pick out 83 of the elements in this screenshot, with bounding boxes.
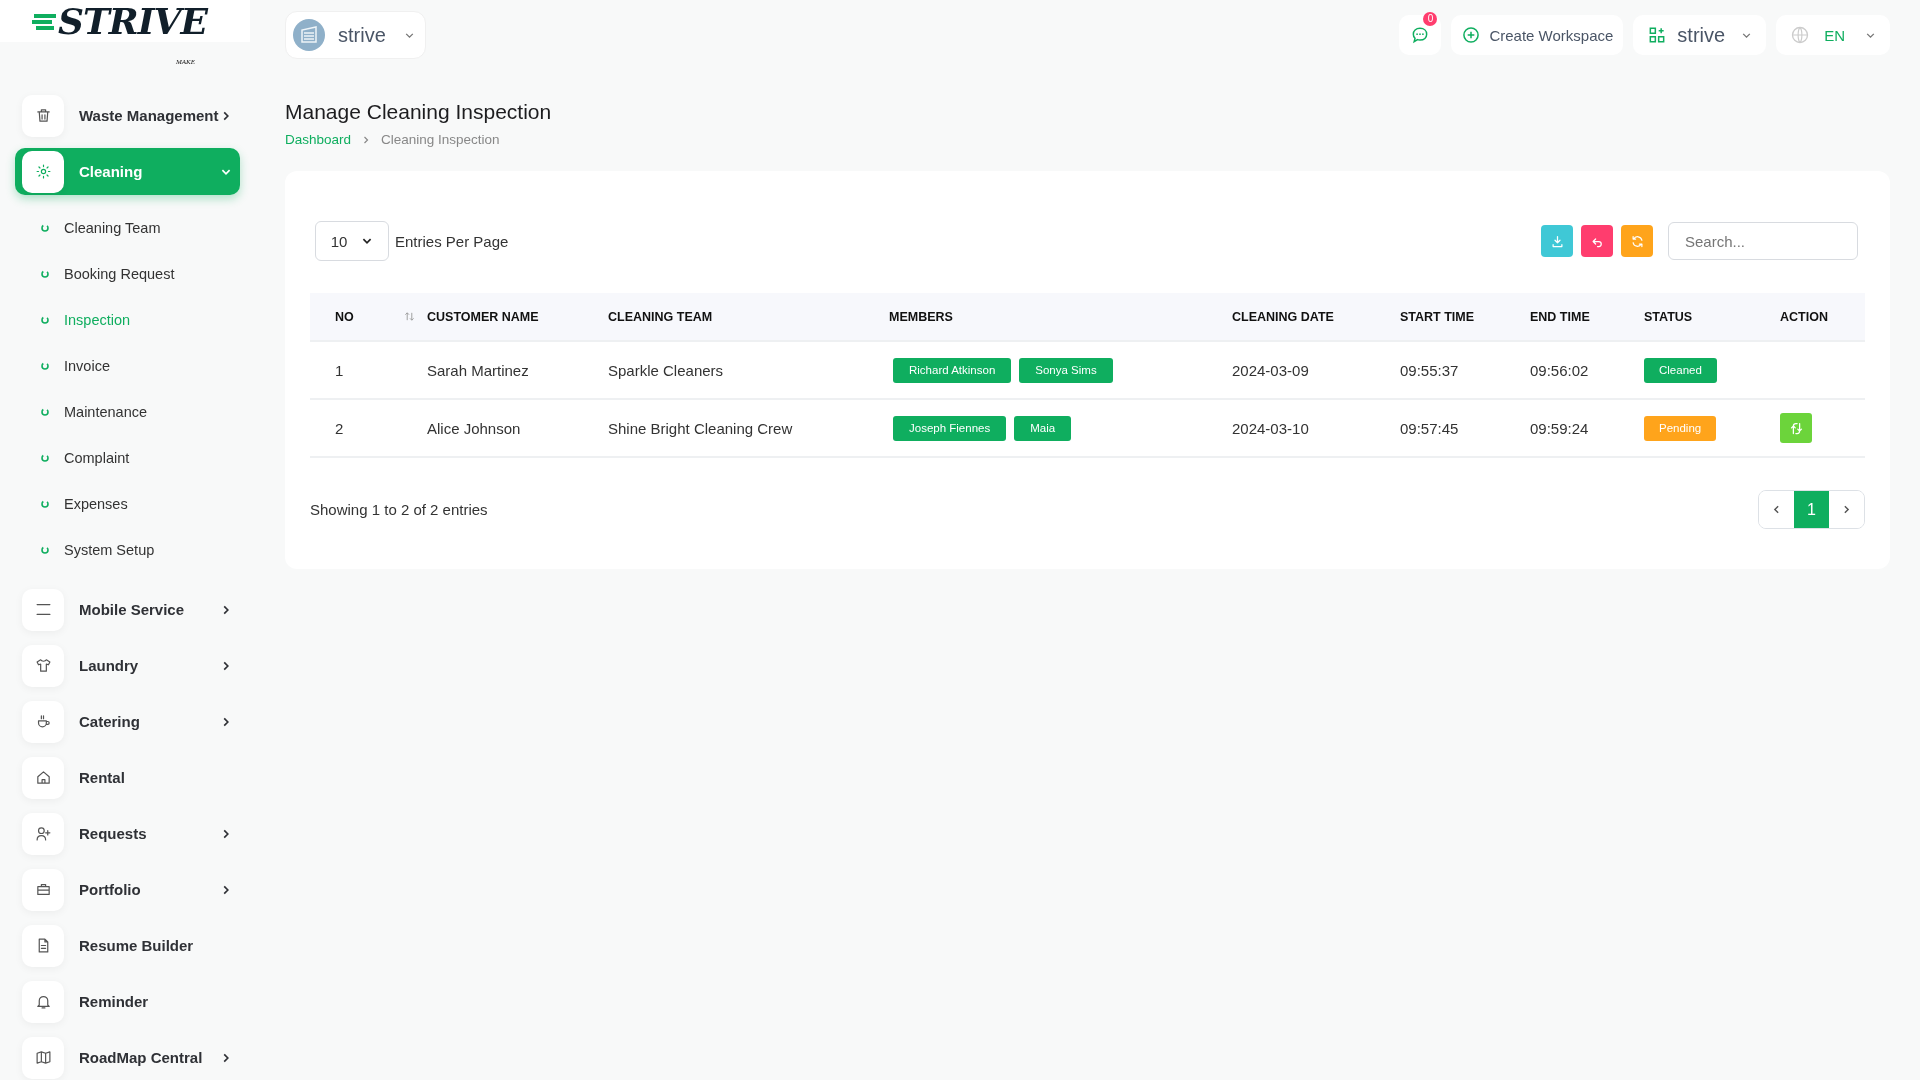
sidebar-item[interactable]: Laundry [15, 642, 240, 689]
member-tag: Richard Atkinson [893, 357, 1012, 383]
entries-label: Entries Per Page [395, 232, 509, 250]
table-cell: 09:59:24 [1530, 419, 1589, 437]
column-header: STATUS [1644, 309, 1693, 324]
workspace-menu[interactable]: strive [1633, 15, 1767, 55]
sidebar-item[interactable]: Catering [15, 698, 240, 745]
refresh-icon [1629, 233, 1645, 249]
column-header: CLEANING TEAM [608, 309, 713, 324]
menu-icon [34, 601, 52, 618]
sidebar-item[interactable]: Rental [15, 754, 240, 801]
table-cell: 2 [335, 419, 344, 437]
member-tag: Sonya Sims [1019, 357, 1113, 383]
logo-wordmark: STRIVE [58, 0, 207, 42]
column-header: CLEANING DATE [1232, 309, 1334, 324]
entries-select[interactable]: 10 [315, 221, 389, 261]
shirt-icon [34, 657, 52, 674]
table-cell: Shine Bright Cleaning Crew [608, 419, 793, 437]
notification-badge: 0 [1423, 12, 1438, 26]
table-cell: Sparkle Cleaners [608, 361, 724, 379]
submenu-item[interactable]: Maintenance [40, 389, 240, 435]
dot-icon [40, 453, 50, 463]
column-header: ACTION [1780, 309, 1828, 324]
globe-icon [1790, 25, 1811, 45]
dot-icon [40, 545, 50, 555]
page-title: Manage Cleaning Inspection [285, 100, 553, 124]
submenu-item[interactable]: System Setup [40, 527, 240, 573]
table-cell: Alice Johnson [427, 419, 521, 437]
table-cell: Sarah Martinez [427, 361, 529, 379]
column-header: MEMBERS [889, 309, 953, 324]
table-cell: 1 [335, 361, 344, 379]
column-header: END TIME [1530, 309, 1590, 324]
undo-button[interactable] [1581, 225, 1613, 257]
briefcase-icon [34, 881, 52, 898]
submenu-item[interactable]: Cleaning Team [40, 205, 240, 251]
member-tag: Joseph Fiennes [893, 415, 1007, 441]
table-cell: 09:56:02 [1530, 361, 1589, 379]
status-tag: Pending [1644, 415, 1717, 441]
dot-icon [40, 407, 50, 417]
table-cell: 2024-03-10 [1232, 419, 1309, 437]
dot-icon [40, 361, 50, 371]
map-icon [34, 1049, 52, 1066]
home-icon [34, 769, 52, 786]
submenu-item[interactable]: Expenses [40, 481, 240, 527]
create-workspace-button[interactable]: Create Workspace [1451, 15, 1624, 55]
sidebar-item[interactable]: Waste Management [15, 92, 240, 139]
column-header: START TIME [1400, 309, 1475, 324]
table-cell: 09:55:37 [1400, 361, 1459, 379]
user-plus-icon [34, 825, 52, 842]
plus-circle-icon [1461, 25, 1482, 45]
submenu-item[interactable]: Invoice [40, 343, 240, 389]
dot-icon [40, 315, 50, 325]
submenu-item[interactable]: Booking Request [40, 251, 240, 297]
sidebar-item[interactable]: RoadMap Central [15, 1034, 240, 1080]
table-cell: 2024-03-09 [1232, 361, 1309, 379]
building-icon [292, 18, 326, 52]
sync-button[interactable] [1780, 413, 1812, 443]
table-cell: 09:57:45 [1400, 419, 1459, 437]
column-header: NO [335, 309, 354, 324]
search-field[interactable]: Search... [1668, 222, 1858, 260]
status-tag: Cleaned [1644, 357, 1717, 383]
bell-icon [34, 993, 52, 1010]
sort-icon[interactable] [404, 311, 415, 322]
sidebar-item[interactable]: Portfolio [15, 866, 240, 913]
download-button[interactable] [1541, 225, 1573, 257]
sidebar-item[interactable]: Resume Builder [15, 922, 240, 969]
workspace-selector[interactable]: strive [285, 11, 426, 59]
trash-icon [34, 107, 52, 124]
member-tag: Maia [1014, 415, 1072, 441]
download-icon [1549, 233, 1565, 249]
breadcrumb-current: Cleaning Inspection [381, 132, 500, 147]
column-header: CUSTOMER NAME [427, 309, 539, 324]
sun-icon [34, 163, 52, 180]
dot-icon [40, 269, 50, 279]
dot-icon [40, 223, 50, 233]
swap-icon [1788, 420, 1804, 436]
dot-icon [40, 499, 50, 509]
sidebar-item[interactable]: Requests [15, 810, 240, 857]
sidebar-item[interactable]: Reminder [15, 978, 240, 1025]
entries-summary: Showing 1 to 2 of 2 entries [310, 501, 488, 518]
refresh-button[interactable] [1621, 225, 1653, 257]
sidebar-item[interactable]: Mobile Service [15, 586, 240, 633]
submenu-item[interactable]: Complaint [40, 435, 240, 481]
